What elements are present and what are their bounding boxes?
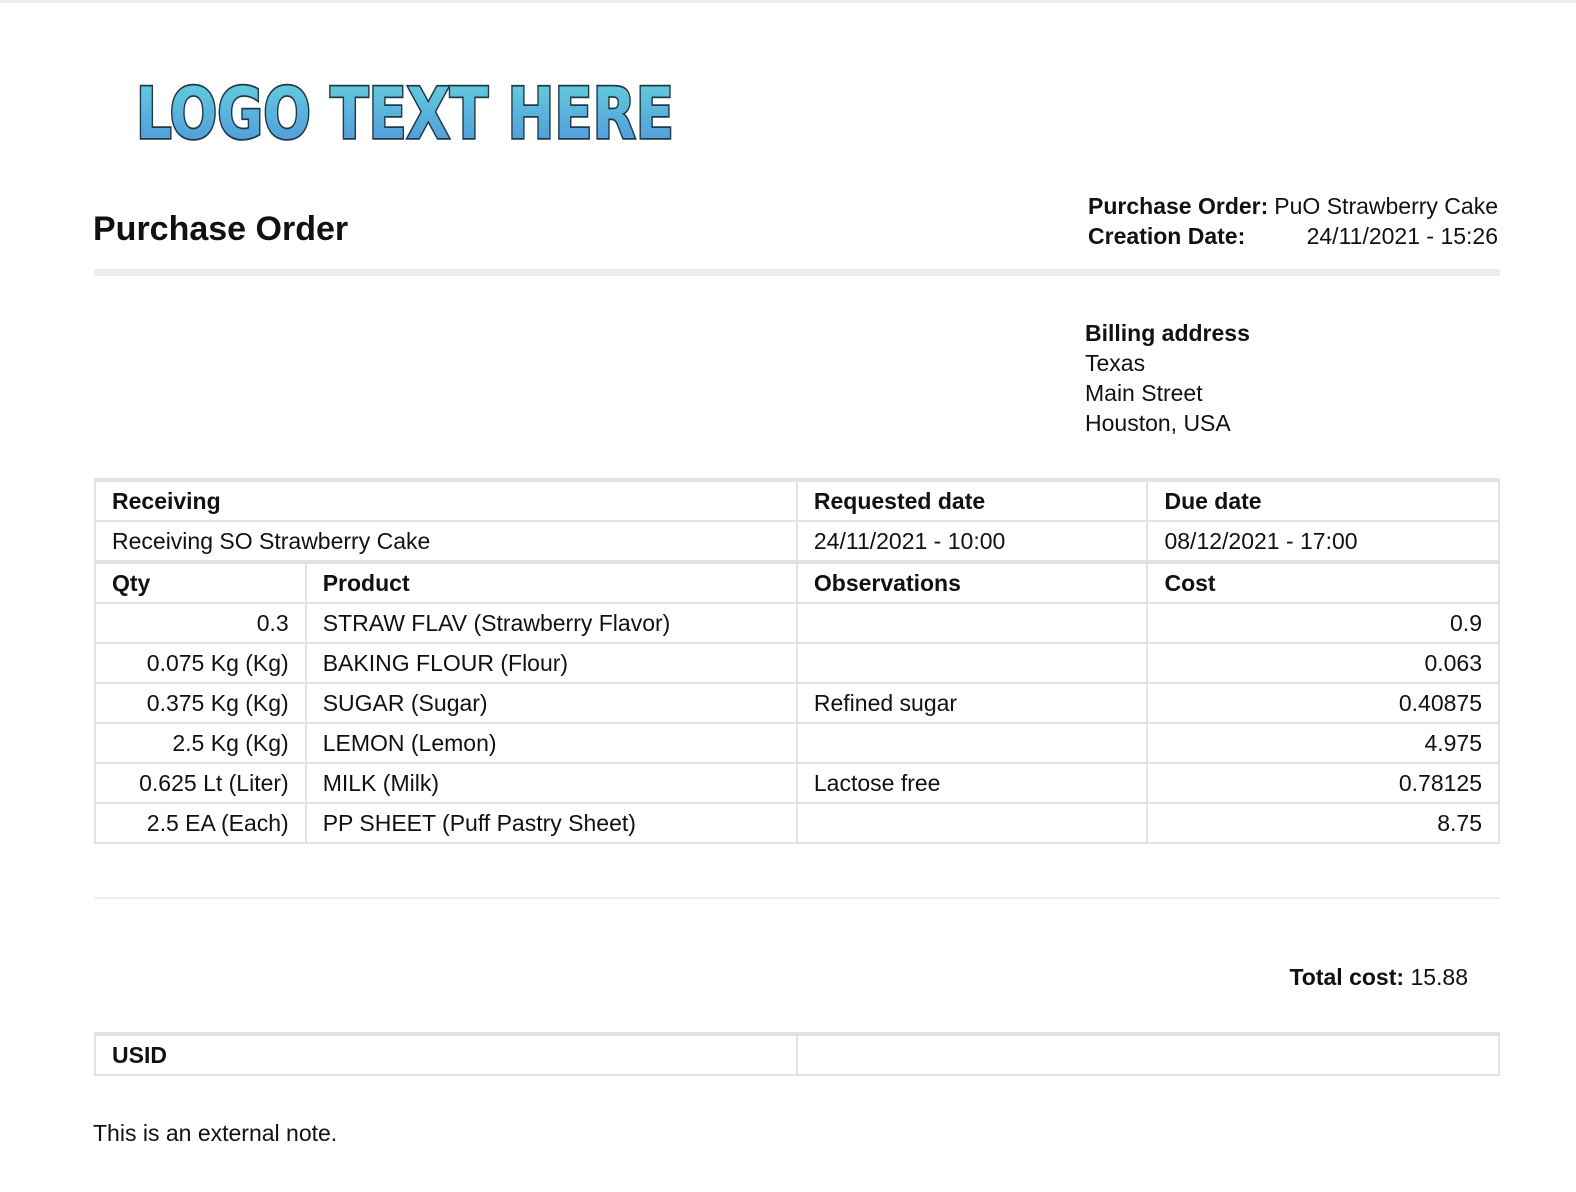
- date-value: 24/11/2021 - 15:26: [1306, 223, 1498, 249]
- due-date-value: 08/12/2021 - 17:00: [1146, 520, 1500, 563]
- due-date-header: Due date: [1146, 479, 1500, 522]
- receiving-header: Receiving: [94, 479, 798, 522]
- total-value: 15.88: [1410, 964, 1468, 990]
- cost-cell: 0.40875: [1146, 682, 1500, 724]
- observations-cell: [795, 802, 1149, 844]
- billing-line: Main Street: [1085, 380, 1203, 406]
- qty-cell: 0.075 Kg (Kg): [94, 642, 307, 684]
- cost-cell: 0.063: [1146, 642, 1500, 684]
- table-row: 0.625 Lt (Liter) MILK (Milk) Lactose free 0…: [94, 762, 1500, 804]
- observations-cell: Lactose free: [795, 762, 1149, 804]
- logo: LOGO TEXT HERE: [134, 70, 679, 157]
- billing-address: Billing address Texas Main Street Housto…: [1085, 318, 1250, 438]
- billing-line: Houston, USA: [1085, 410, 1231, 436]
- cost-header: Cost: [1146, 561, 1500, 604]
- divider: [94, 269, 1500, 276]
- product-cell: BAKING FLOUR (Flour): [304, 642, 798, 684]
- product-cell: MILK (Milk): [304, 762, 798, 804]
- separator: [94, 897, 1500, 899]
- observations-cell: [795, 642, 1149, 684]
- billing-line: Texas: [1085, 350, 1146, 376]
- total-cost: Total cost: 15.88: [1289, 964, 1468, 991]
- product-cell: SUGAR (Sugar): [304, 682, 798, 724]
- table-row: 0.375 Kg (Kg) SUGAR (Sugar) Refined sugar 0…: [94, 682, 1500, 724]
- order-meta: Purchase Order: PuO Strawberry Cake Creat…: [1088, 191, 1498, 251]
- receiving-header-row: Receiving Requested date Due date: [94, 479, 1500, 522]
- qty-cell: 2.5 Kg (Kg): [94, 722, 307, 764]
- cost-cell: 0.9: [1146, 602, 1500, 644]
- usid-label: USID: [93, 1033, 799, 1076]
- qty-header: Qty: [94, 561, 307, 604]
- po-label: Purchase Order:: [1088, 193, 1269, 219]
- cost-cell: 4.975: [1146, 722, 1500, 764]
- page-title: Purchase Order: [93, 210, 349, 248]
- external-note: This is an external note.: [93, 1120, 338, 1146]
- product-cell: PP SHEET (Puff Pastry Sheet): [304, 802, 798, 844]
- observations-header: Observations: [795, 561, 1149, 604]
- receiving-row: Receiving SO Strawberry Cake 24/11/2021 …: [94, 520, 1500, 563]
- table-row: 0.3 STRAW FLAV (Strawberry Flavor) 0.9: [94, 602, 1500, 644]
- qty-cell: 0.3: [94, 602, 307, 644]
- observations-cell: [795, 602, 1149, 644]
- order-table: Receiving Requested date Due date Receiv…: [94, 478, 1500, 844]
- product-header: Product: [304, 561, 798, 604]
- date-label: Creation Date:: [1088, 223, 1246, 249]
- observations-cell: Refined sugar: [795, 682, 1149, 724]
- table-row: 2.5 EA (Each) PP SHEET (Puff Pastry Sheet…: [94, 802, 1500, 844]
- usid-value: [796, 1033, 1500, 1076]
- product-cell: LEMON (Lemon): [304, 722, 798, 764]
- items-header-row: Qty Product Observations Cost: [94, 561, 1500, 604]
- cost-cell: 0.78125: [1146, 762, 1500, 804]
- qty-cell: 0.375 Kg (Kg): [94, 682, 307, 724]
- top-edge: [0, 0, 1576, 3]
- total-label: Total cost:: [1289, 964, 1405, 990]
- po-value: PuO Strawberry Cake: [1274, 193, 1498, 219]
- qty-cell: 0.625 Lt (Liter): [94, 762, 307, 804]
- requested-date-header: Requested date: [795, 479, 1149, 522]
- product-cell: STRAW FLAV (Strawberry Flavor): [304, 602, 798, 644]
- cost-cell: 8.75: [1146, 802, 1500, 844]
- receiving-value: Receiving SO Strawberry Cake: [94, 520, 798, 563]
- requested-date-value: 24/11/2021 - 10:00: [795, 520, 1149, 563]
- usid-table: USID: [93, 1032, 1500, 1076]
- qty-cell: 2.5 EA (Each): [94, 802, 307, 844]
- svg-text:LOGO TEXT HERE: LOGO TEXT HERE: [136, 73, 674, 150]
- table-row: 0.075 Kg (Kg) BAKING FLOUR (Flour) 0.063: [94, 642, 1500, 684]
- observations-cell: [795, 722, 1149, 764]
- table-row: 2.5 Kg (Kg) LEMON (Lemon) 4.975: [94, 722, 1500, 764]
- billing-heading: Billing address: [1085, 320, 1250, 346]
